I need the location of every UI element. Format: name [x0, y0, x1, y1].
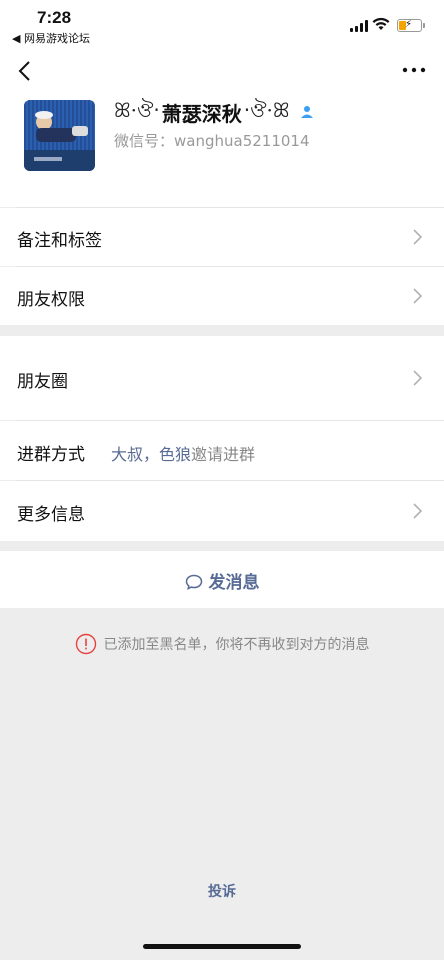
nav-bar: [0, 46, 444, 98]
blacklist-notice: 已添加至黑名单，你将不再收到对方的消息: [0, 633, 444, 655]
wechat-id: 微信号：wanghua5211014: [114, 132, 310, 150]
chevron-right-icon: [413, 288, 422, 304]
send-message-button[interactable]: 发消息: [0, 551, 444, 608]
remarks-tags-item[interactable]: 备注和标签: [0, 208, 444, 266]
warning-icon: [75, 633, 96, 655]
friend-permissions-item[interactable]: 朋友权限: [0, 267, 444, 325]
more-info-label: 更多信息: [17, 505, 85, 525]
nickname-row: ꕤ·ঔ‧ 萧瑟深秋 ‧ঔ·ꕤ: [114, 98, 314, 126]
more-info-item[interactable]: 更多信息: [0, 481, 444, 541]
chevron-right-icon: [413, 229, 422, 245]
friend-permissions-label: 朋友权限: [17, 290, 85, 310]
join-method-label: 进群方式: [17, 445, 85, 465]
remarks-tags-label: 备注和标签: [17, 231, 102, 251]
chevron-right-icon: [413, 370, 422, 386]
chevron-right-icon: [413, 503, 422, 519]
status-bar: 7:28 ◀ 网易游戏论坛 ⚡: [0, 0, 444, 46]
more-options-icon[interactable]: [400, 60, 428, 80]
home-indicator: [143, 944, 301, 949]
gender-icon: [300, 106, 313, 118]
blacklist-notice-text: 已添加至黑名单，你将不再收到对方的消息: [103, 637, 370, 653]
cellular-signal-icon: [350, 20, 369, 32]
avatar[interactable]: [24, 100, 95, 171]
back-arrow-icon[interactable]: [14, 58, 38, 84]
nickname: 萧瑟深秋: [161, 101, 242, 126]
profile-header: ꕤ·ঔ‧ 萧瑟深秋 ‧ঔ·ꕤ 微信号：wanghua5211014: [0, 98, 444, 207]
report-link[interactable]: 投诉: [0, 881, 444, 901]
join-method-item: 进群方式 大叔，色狼邀请进群: [0, 421, 444, 480]
nickname-decoration-left: ꕤ·ঔ‧: [114, 97, 160, 122]
chat-bubble-icon: [185, 574, 202, 590]
moments-label: 朋友圈: [17, 372, 68, 392]
nickname-decoration-right: ‧ঔ·ꕤ: [243, 97, 290, 122]
wifi-icon: [372, 17, 390, 30]
back-to-app-link[interactable]: ◀ 网易游戏论坛: [12, 30, 90, 46]
battery-icon: ⚡: [397, 19, 425, 32]
join-method-value: 大叔，色狼邀请进群: [111, 441, 255, 465]
join-method-text: 邀请进群: [191, 445, 256, 464]
moments-item[interactable]: 朋友圈: [0, 336, 444, 420]
send-message-label: 发消息: [208, 573, 260, 593]
status-time: 7:28: [37, 8, 72, 27]
inviter-link[interactable]: 大叔，色狼: [111, 445, 191, 464]
